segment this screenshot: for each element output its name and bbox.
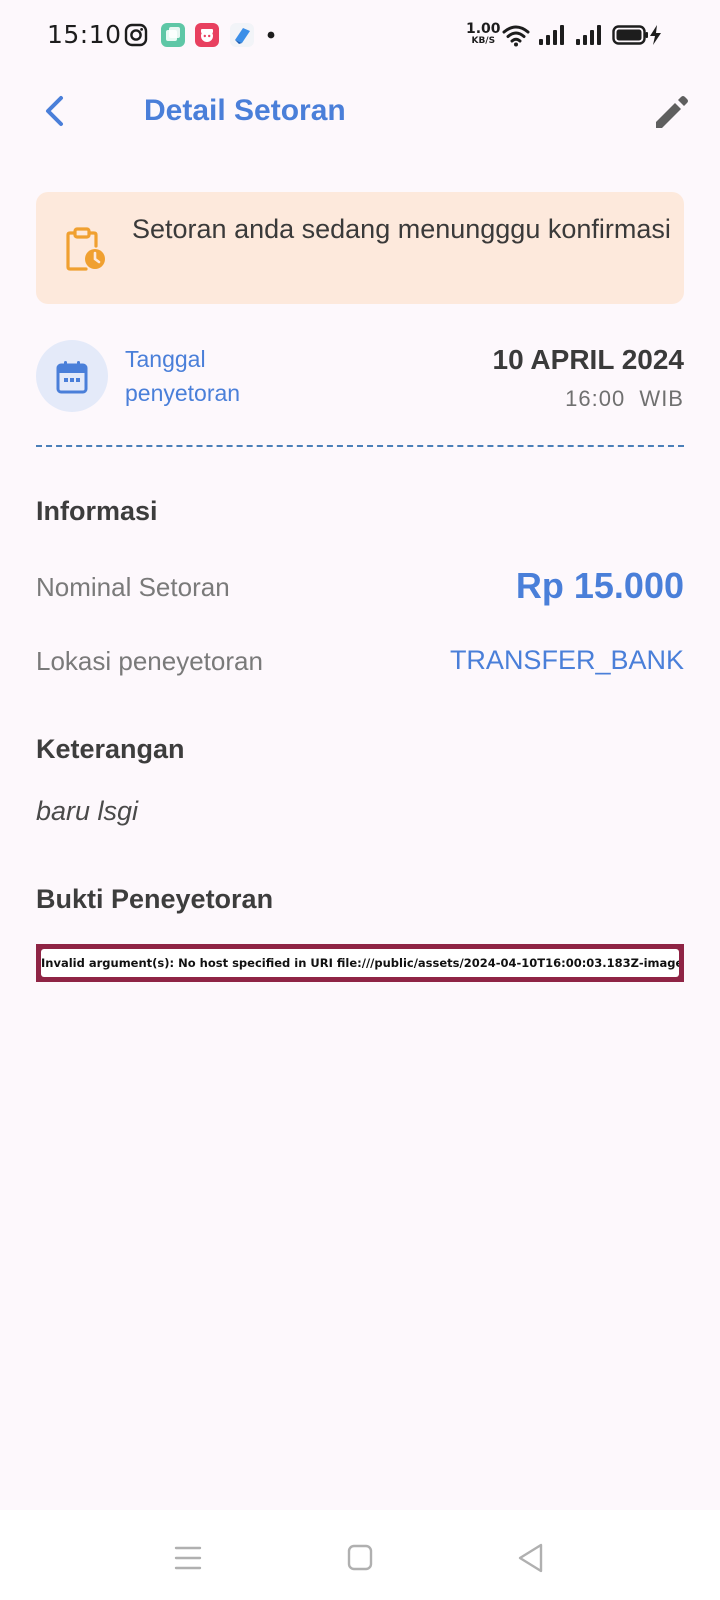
chevron-left-icon: [46, 96, 63, 126]
nav-home-button[interactable]: [340, 1540, 380, 1576]
nominal-value: Rp 15.000: [515, 565, 684, 606]
app-icon-blue: [230, 23, 254, 47]
signal-icon: [539, 25, 564, 45]
deposit-date: 10 APRIL 2024: [492, 344, 684, 375]
banner-message: Setoran anda sedang menungggu konfirmasi: [132, 214, 671, 244]
calendar-badge: [36, 340, 108, 412]
nav-menu-button[interactable]: [168, 1540, 208, 1576]
informasi-title: Informasi: [36, 496, 158, 526]
calendar-icon: [56, 361, 88, 394]
keterangan-title: Keterangan: [36, 734, 185, 764]
bukti-title: Bukti Peneyetoran: [36, 884, 274, 914]
app-icon-red: [195, 23, 219, 47]
image-error-message: Invalid argument(s): No host specified i…: [41, 949, 679, 977]
menu-icon: [174, 1546, 202, 1570]
app-icon-green: [161, 23, 185, 47]
lokasi-label: Lokasi peneyetoran: [36, 646, 263, 676]
notification-dot-icon: [267, 31, 275, 39]
nav-back-button[interactable]: [512, 1540, 552, 1576]
home-square-icon: [347, 1544, 373, 1571]
page-title: Detail Setoran: [144, 94, 346, 127]
network-speed: 1.00 KB/S: [466, 22, 501, 47]
clipboard-clock-icon: [66, 227, 105, 271]
dashed-divider: [36, 445, 684, 447]
battery-charging-icon: [612, 25, 661, 45]
nominal-label: Nominal Setoran: [36, 572, 230, 602]
status-banner: Setoran anda sedang menungggu konfirmasi: [36, 192, 684, 304]
deposit-time: 16:00 WIB: [565, 386, 684, 411]
signal-icon-2: [576, 25, 601, 45]
back-button[interactable]: [36, 88, 76, 136]
back-triangle-icon: [518, 1543, 543, 1573]
broken-image-placeholder: Invalid argument(s): No host specified i…: [36, 944, 684, 982]
status-time: 15:10: [47, 20, 122, 49]
wifi-icon: [502, 25, 530, 47]
instagram-icon: [124, 23, 148, 47]
edit-button[interactable]: [650, 90, 694, 134]
pencil-icon: [656, 96, 688, 128]
keterangan-value: baru lsgi: [36, 796, 139, 826]
date-label: Tanggal penyetoran: [125, 346, 241, 406]
lokasi-value: TRANSFER_BANK: [449, 645, 684, 675]
